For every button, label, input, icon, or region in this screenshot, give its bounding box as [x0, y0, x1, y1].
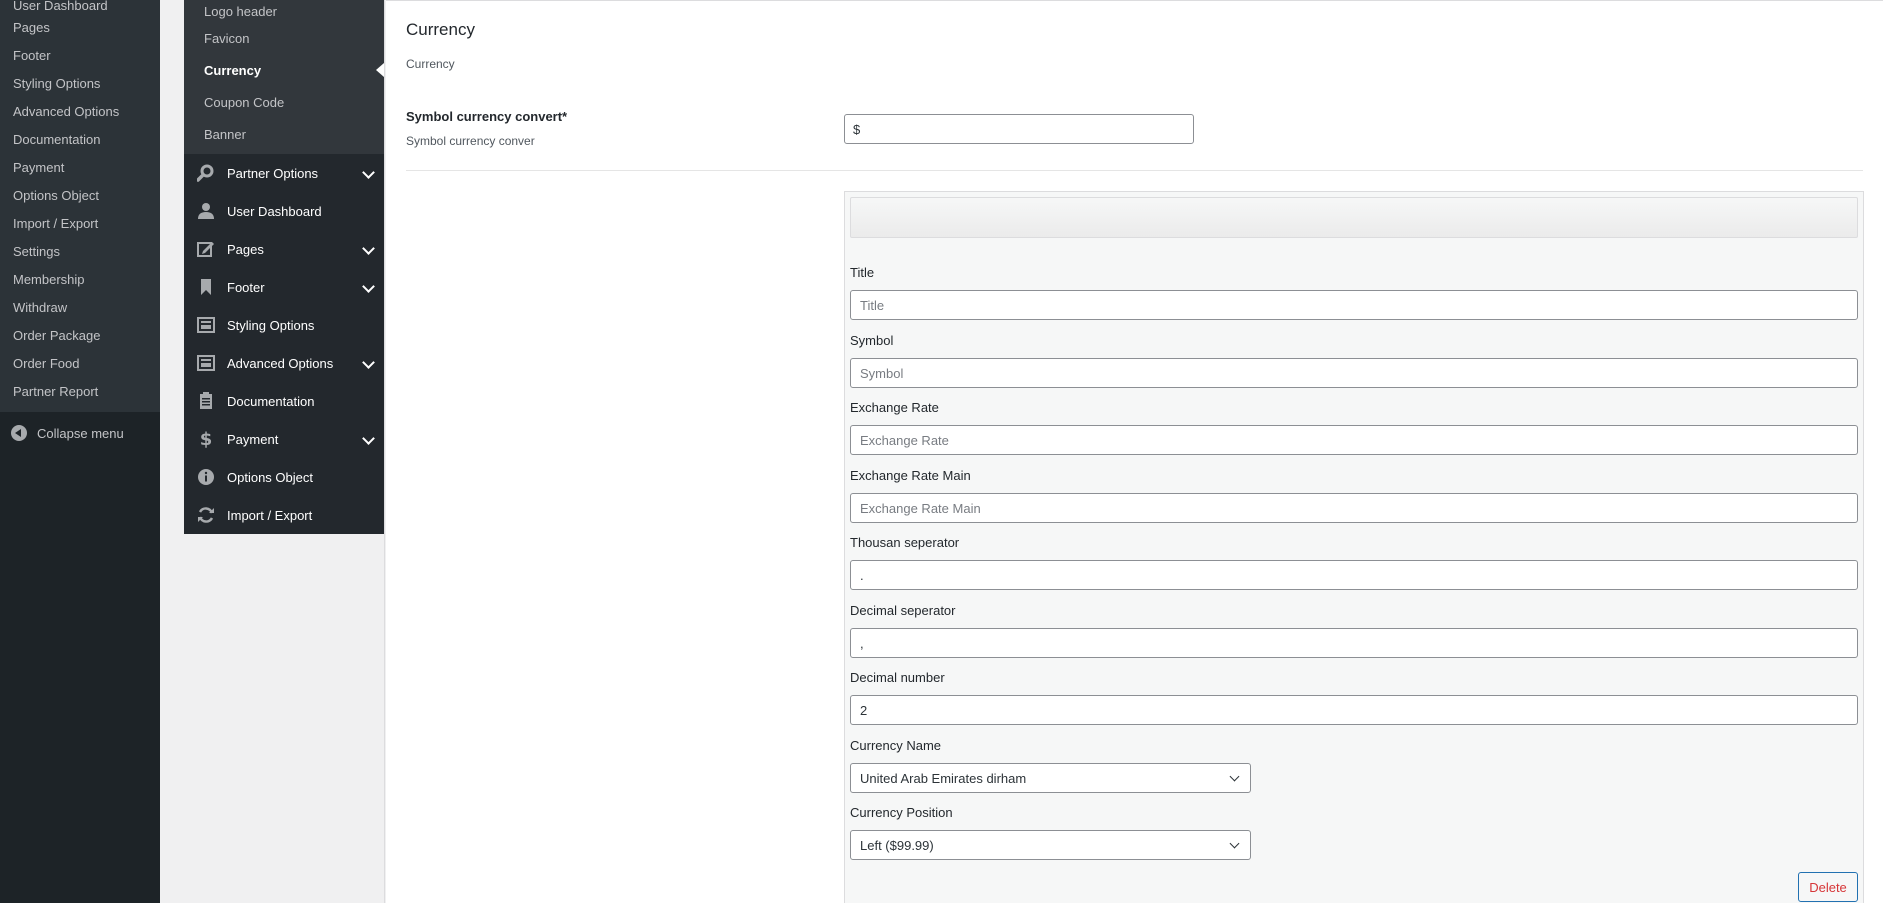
wp-menu-item-options-object[interactable]: Options Object	[0, 182, 160, 210]
decimal-number-label: Decimal number	[850, 670, 945, 685]
options-main-menu: Partner Options User Dashboard Pages Foo…	[184, 154, 384, 534]
menu-item-options-object[interactable]: Options Object	[184, 458, 384, 496]
symbol-label: Symbol	[850, 333, 894, 348]
chevron-down-icon	[1229, 838, 1240, 849]
divider	[406, 170, 1863, 171]
menu-item-label: Styling Options	[227, 317, 315, 333]
refresh-icon	[196, 505, 216, 525]
collapse-menu-button[interactable]: Collapse menu	[0, 418, 160, 448]
symbol-currency-convert-input[interactable]	[844, 114, 1194, 144]
options-content: Currency Currency Symbol currency conver…	[386, 0, 1883, 903]
chevron-down-icon	[1229, 771, 1240, 782]
dollar-icon: $	[199, 428, 213, 450]
wp-admin-menu: User Dashboard Pages Footer Styling Opti…	[0, 0, 160, 903]
menu-item-pages[interactable]: Pages	[184, 230, 384, 268]
wp-menu-item-import-export[interactable]: Import / Export	[0, 210, 160, 238]
decimal-separator-input[interactable]	[850, 628, 1858, 658]
info-icon	[196, 467, 216, 487]
currency-name-label: Currency Name	[850, 738, 942, 753]
submenu-item-logo-header[interactable]: Logo header	[184, 0, 384, 22]
menu-item-documentation[interactable]: Documentation	[184, 382, 384, 420]
menu-item-label: Payment	[227, 431, 279, 447]
decimal-separator-label: Decimal seperator	[850, 603, 956, 618]
wp-admin-submenu: User Dashboard Pages Footer Styling Opti…	[0, 0, 160, 412]
wp-menu-item-pages[interactable]: Pages	[0, 14, 160, 42]
menu-item-label: Documentation	[227, 393, 315, 409]
menu-item-footer[interactable]: Footer	[184, 268, 384, 306]
chevron-down-icon	[362, 166, 375, 179]
wp-menu-item-partner-report[interactable]: Partner Report	[0, 378, 160, 406]
submenu-item-currency[interactable]: Currency	[184, 54, 384, 86]
options-submenu: Logo header Favicon Currency Coupon Code…	[184, 0, 384, 154]
user-icon	[196, 201, 216, 221]
menu-item-advanced-options[interactable]: Advanced Options	[184, 344, 384, 382]
menu-item-label: Import / Export	[227, 507, 313, 523]
chevron-down-icon	[362, 356, 375, 369]
wp-menu-item-membership[interactable]: Membership	[0, 266, 160, 294]
collapse-arrow-icon	[11, 425, 27, 441]
exchange-rate-label: Exchange Rate	[850, 400, 939, 415]
section-description: Currency	[406, 57, 455, 71]
currency-name-selected: United Arab Emirates dirham	[860, 770, 1027, 786]
currency-position-label: Currency Position	[850, 805, 953, 820]
bookmark-icon	[196, 277, 216, 297]
menu-item-label: Footer	[227, 279, 265, 295]
currency-position-select[interactable]: Left ($99.99)	[850, 830, 1251, 860]
wp-menu-item-order-package[interactable]: Order Package	[0, 322, 160, 350]
wp-menu-item-styling-options[interactable]: Styling Options	[0, 70, 160, 98]
options-sidebar: Logo header Favicon Currency Coupon Code…	[184, 0, 385, 903]
menu-item-label: Pages	[227, 241, 264, 257]
currency-repeater-item: Title Symbol Exchange Rate Exchange Rate…	[844, 191, 1864, 903]
menu-item-import-export[interactable]: Import / Export	[184, 496, 384, 534]
decimal-number-input[interactable]	[850, 695, 1858, 725]
exchange-rate-main-label: Exchange Rate Main	[850, 468, 971, 483]
menu-item-partner-options[interactable]: Partner Options	[184, 154, 384, 192]
layout-icon	[196, 353, 216, 373]
title-label: Title	[850, 265, 875, 280]
section-title: Currency	[406, 20, 475, 39]
menu-item-label: Partner Options	[227, 165, 319, 181]
wp-menu-item-order-food[interactable]: Order Food	[0, 350, 160, 378]
chevron-down-icon	[362, 242, 375, 255]
exchange-rate-main-input[interactable]	[850, 493, 1858, 523]
wp-menu-item-documentation[interactable]: Documentation	[0, 126, 160, 154]
thousand-separator-label: Thousan seperator	[850, 535, 960, 550]
symbol-input[interactable]	[850, 358, 1858, 388]
wp-menu-item-user-dashboard[interactable]: User Dashboard	[0, 0, 160, 14]
wp-menu-item-advanced-options[interactable]: Advanced Options	[0, 98, 160, 126]
menu-item-user-dashboard[interactable]: User Dashboard	[184, 192, 384, 230]
edit-icon	[196, 239, 216, 259]
wp-menu-item-withdraw[interactable]: Withdraw	[0, 294, 160, 322]
menu-item-label: Advanced Options	[227, 355, 334, 371]
submenu-item-banner[interactable]: Banner	[184, 118, 384, 150]
collapse-menu-label: Collapse menu	[37, 425, 124, 441]
symbol-currency-convert-label: Symbol currency convert*	[406, 109, 568, 124]
chevron-down-icon	[362, 432, 375, 445]
exchange-rate-input[interactable]	[850, 425, 1858, 455]
repeater-item-header[interactable]	[850, 197, 1858, 238]
currency-name-select[interactable]: United Arab Emirates dirham	[850, 763, 1251, 793]
wp-menu-item-settings[interactable]: Settings	[0, 238, 160, 266]
currency-position-selected: Left ($99.99)	[860, 837, 934, 853]
search-icon	[196, 163, 216, 183]
menu-item-label: Options Object	[227, 469, 313, 485]
clipboard-icon	[196, 391, 216, 411]
submenu-item-coupon-code[interactable]: Coupon Code	[184, 86, 384, 118]
thousand-separator-input[interactable]	[850, 560, 1858, 590]
title-input[interactable]	[850, 290, 1858, 320]
wp-menu-item-footer[interactable]: Footer	[0, 42, 160, 70]
wp-menu-item-payment[interactable]: Payment	[0, 154, 160, 182]
menu-item-styling-options[interactable]: Styling Options	[184, 306, 384, 344]
submenu-item-favicon[interactable]: Favicon	[184, 22, 384, 54]
menu-item-payment[interactable]: $ Payment	[184, 420, 384, 458]
delete-button[interactable]: Delete	[1798, 872, 1858, 902]
menu-item-label: User Dashboard	[227, 203, 322, 219]
layout-icon	[196, 315, 216, 335]
chevron-down-icon	[362, 280, 375, 293]
symbol-currency-convert-description: Symbol currency conver	[406, 134, 535, 148]
